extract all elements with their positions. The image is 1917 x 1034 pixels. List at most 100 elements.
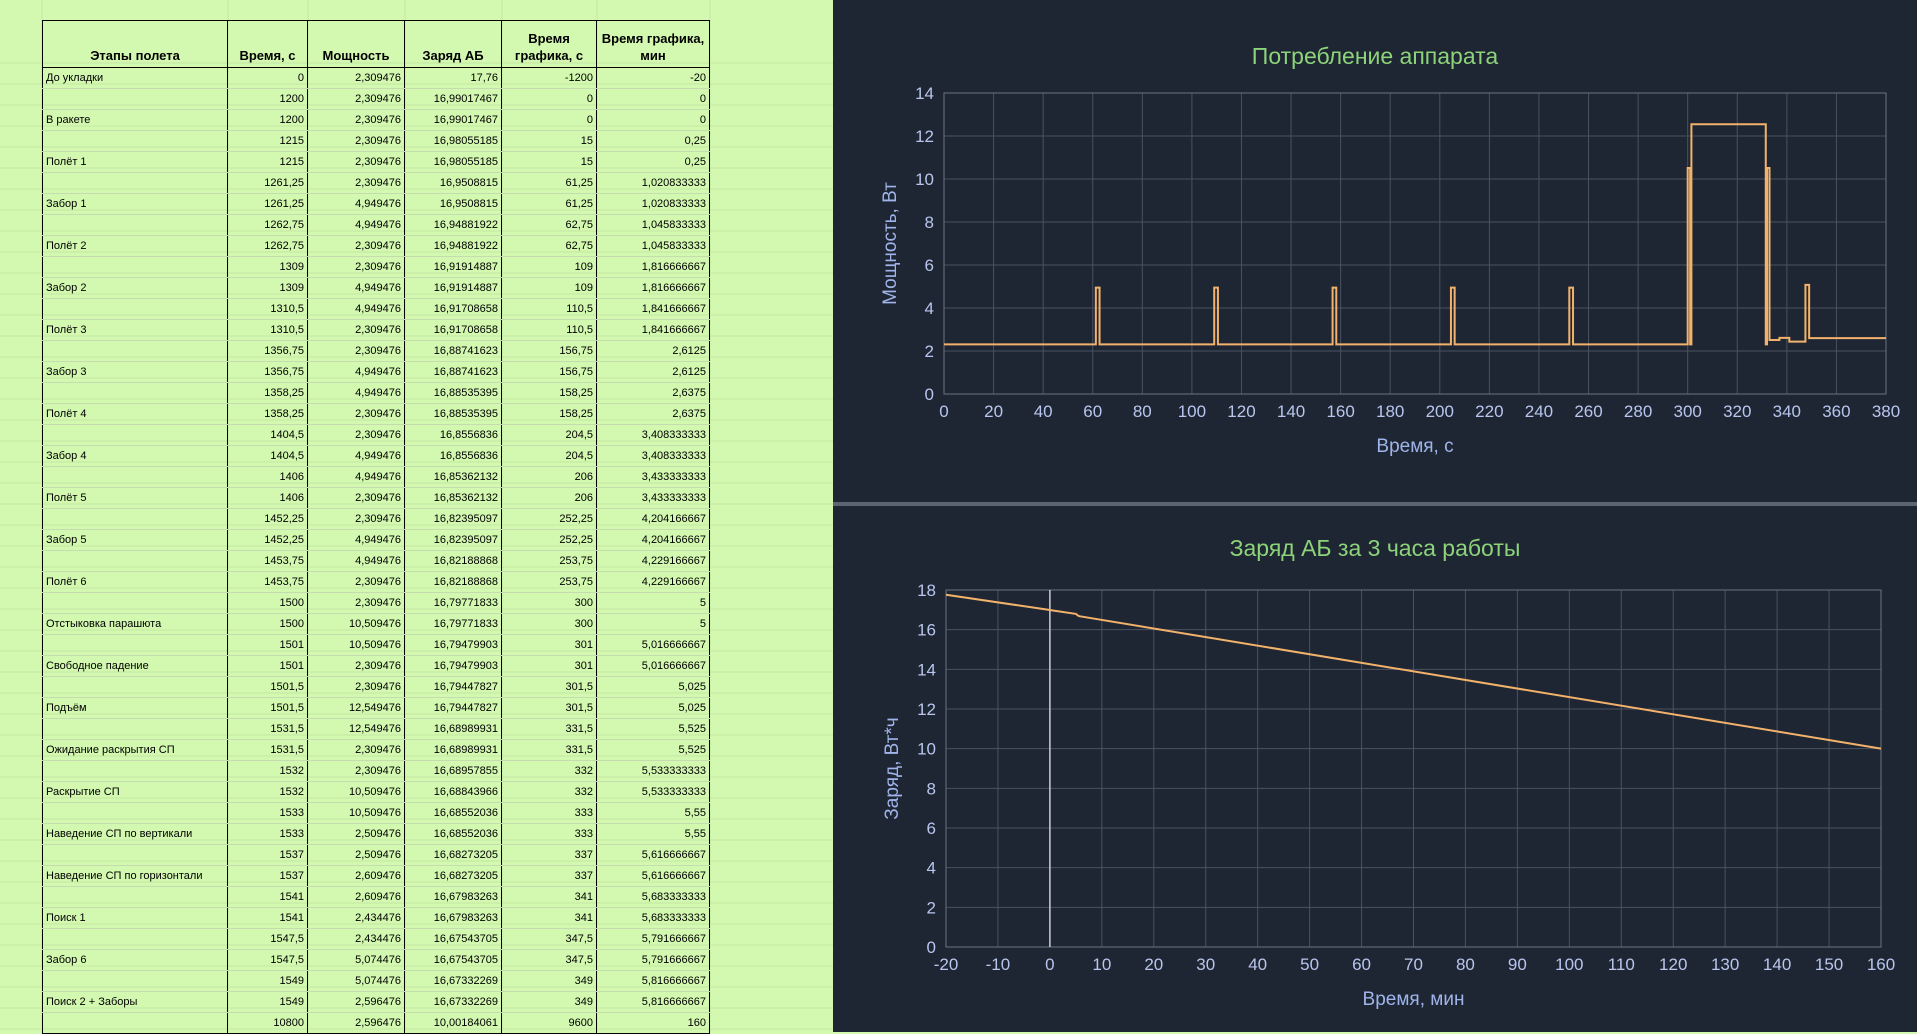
cell-chart-time-s[interactable]: 337 bbox=[501, 865, 597, 887]
cell-chart-time-min[interactable]: 3,433333333 bbox=[596, 487, 710, 509]
cell-stage[interactable]: Забор 2 bbox=[42, 277, 228, 299]
cell-time[interactable]: 1500 bbox=[227, 613, 308, 635]
cell-chart-time-s[interactable]: 347,5 bbox=[501, 928, 597, 950]
cell-time[interactable]: 1356,75 bbox=[227, 340, 308, 362]
cell-stage[interactable] bbox=[42, 340, 228, 362]
cell-power[interactable]: 2,309476 bbox=[307, 172, 405, 194]
cell-time[interactable]: 1261,25 bbox=[227, 172, 308, 194]
cell-power[interactable]: 2,434476 bbox=[307, 928, 405, 950]
table-row[interactable]: Наведение СП по горизонтали 1537 2,609476 1… bbox=[42, 865, 710, 887]
cell-power[interactable]: 2,509476 bbox=[307, 823, 405, 845]
cell-charge[interactable]: 16,67543705 bbox=[404, 949, 502, 971]
table-row[interactable]: Забор 3 1356,75 4,949476 16,88741623 156,75 2… bbox=[42, 361, 710, 383]
cell-charge[interactable]: 16,91708658 bbox=[404, 298, 502, 320]
table-row[interactable]: 1533 10,509476 16,68552036 333 5,55 bbox=[42, 802, 710, 824]
cell-power[interactable]: 4,949476 bbox=[307, 550, 405, 572]
cell-charge[interactable]: 16,68273205 bbox=[404, 844, 502, 866]
cell-chart-time-min[interactable]: 5,55 bbox=[596, 823, 710, 845]
cell-chart-time-min[interactable]: 0 bbox=[596, 88, 710, 110]
cell-charge[interactable]: 16,85362132 bbox=[404, 466, 502, 488]
cell-chart-time-min[interactable]: 160 bbox=[596, 1012, 710, 1034]
cell-charge[interactable]: 16,98055185 bbox=[404, 130, 502, 152]
cell-power[interactable]: 5,074476 bbox=[307, 970, 405, 992]
cell-stage[interactable]: Полёт 1 bbox=[42, 151, 228, 173]
cell-chart-time-s[interactable]: 300 bbox=[501, 613, 597, 635]
cell-time[interactable]: 1406 bbox=[227, 466, 308, 488]
cell-chart-time-s[interactable]: 253,75 bbox=[501, 571, 597, 593]
cell-time[interactable]: 1215 bbox=[227, 151, 308, 173]
cell-time[interactable]: 1541 bbox=[227, 907, 308, 929]
cell-chart-time-min[interactable]: 2,6375 bbox=[596, 382, 710, 404]
power-chart-panel[interactable]: Потребление аппарата 0 20 40 60 80 100 120 140 1… bbox=[833, 0, 1917, 506]
cell-stage[interactable]: Полёт 4 bbox=[42, 403, 228, 425]
cell-chart-time-min[interactable]: 1,045833333 bbox=[596, 214, 710, 236]
cell-chart-time-min[interactable]: 5 bbox=[596, 613, 710, 635]
cell-stage[interactable] bbox=[42, 886, 228, 908]
cell-power[interactable]: 2,309476 bbox=[307, 592, 405, 614]
table-row[interactable]: 1549 5,074476 16,67332269 349 5,816666667 bbox=[42, 970, 710, 992]
cell-time[interactable]: 0 bbox=[227, 67, 308, 89]
cell-time[interactable]: 1547,5 bbox=[227, 928, 308, 950]
table-row[interactable]: Забор 6 1547,5 5,074476 16,67543705 347,5 5,7… bbox=[42, 949, 710, 971]
table-row[interactable]: 1406 4,949476 16,85362132 206 3,433333333 bbox=[42, 466, 710, 488]
cell-time[interactable]: 1541 bbox=[227, 886, 308, 908]
cell-chart-time-s[interactable]: 300 bbox=[501, 592, 597, 614]
table-row[interactable]: Полёт 6 1453,75 2,309476 16,82188868 253,75 4… bbox=[42, 571, 710, 593]
table-row[interactable]: Полёт 2 1262,75 2,309476 16,94881922 62,75 1,… bbox=[42, 235, 710, 257]
cell-stage[interactable] bbox=[42, 172, 228, 194]
cell-time[interactable]: 1453,75 bbox=[227, 550, 308, 572]
cell-stage[interactable]: Наведение СП по горизонтали bbox=[42, 865, 228, 887]
table-row[interactable]: До укладки 0 2,309476 17,76 -1200 -20 bbox=[42, 67, 710, 89]
cell-charge[interactable]: 16,79771833 bbox=[404, 592, 502, 614]
cell-charge[interactable]: 16,8556836 bbox=[404, 445, 502, 467]
cell-power[interactable]: 4,949476 bbox=[307, 193, 405, 215]
table-row[interactable]: 1358,25 4,949476 16,88535395 158,25 2,6375 bbox=[42, 382, 710, 404]
cell-chart-time-s[interactable]: 252,25 bbox=[501, 529, 597, 551]
cell-chart-time-s[interactable]: 333 bbox=[501, 823, 597, 845]
cell-stage[interactable] bbox=[42, 130, 228, 152]
cell-stage[interactable]: Ожидание раскрытия СП bbox=[42, 739, 228, 761]
cell-chart-time-s[interactable]: 158,25 bbox=[501, 403, 597, 425]
cell-time[interactable]: 1309 bbox=[227, 256, 308, 278]
cell-chart-time-s[interactable]: 204,5 bbox=[501, 445, 597, 467]
cell-time[interactable]: 1310,5 bbox=[227, 298, 308, 320]
cell-charge[interactable]: 16,94881922 bbox=[404, 214, 502, 236]
cell-chart-time-s[interactable]: 9600 bbox=[501, 1012, 597, 1034]
table-row[interactable]: 1500 2,309476 16,79771833 300 5 bbox=[42, 592, 710, 614]
cell-stage[interactable]: Поиск 2 + Заборы bbox=[42, 991, 228, 1013]
cell-chart-time-min[interactable]: 1,841666667 bbox=[596, 319, 710, 341]
cell-chart-time-min[interactable]: 5,525 bbox=[596, 739, 710, 761]
header-chart-time-s[interactable]: Время графика, с bbox=[501, 20, 597, 68]
table-row[interactable]: Полёт 3 1310,5 2,309476 16,91708658 110,5 1,8… bbox=[42, 319, 710, 341]
cell-time[interactable]: 10800 bbox=[227, 1012, 308, 1034]
cell-chart-time-s[interactable]: 253,75 bbox=[501, 550, 597, 572]
cell-charge[interactable]: 16,94881922 bbox=[404, 235, 502, 257]
cell-chart-time-s[interactable]: 0 bbox=[501, 88, 597, 110]
cell-time[interactable]: 1532 bbox=[227, 781, 308, 803]
cell-charge[interactable]: 16,79447827 bbox=[404, 697, 502, 719]
cell-charge[interactable]: 16,99017467 bbox=[404, 88, 502, 110]
cell-charge[interactable]: 16,82395097 bbox=[404, 508, 502, 530]
cell-stage[interactable] bbox=[42, 424, 228, 446]
table-row[interactable]: Полёт 5 1406 2,309476 16,85362132 206 3,43333… bbox=[42, 487, 710, 509]
cell-power[interactable]: 4,949476 bbox=[307, 361, 405, 383]
cell-stage[interactable] bbox=[42, 970, 228, 992]
cell-chart-time-min[interactable]: 5,616666667 bbox=[596, 844, 710, 866]
cell-charge[interactable]: 16,79771833 bbox=[404, 613, 502, 635]
cell-time[interactable]: 1531,5 bbox=[227, 718, 308, 740]
cell-chart-time-s[interactable]: 156,75 bbox=[501, 340, 597, 362]
cell-time[interactable]: 1452,25 bbox=[227, 529, 308, 551]
cell-chart-time-s[interactable]: 109 bbox=[501, 277, 597, 299]
cell-charge[interactable]: 16,9508815 bbox=[404, 172, 502, 194]
cell-chart-time-min[interactable]: 1,045833333 bbox=[596, 235, 710, 257]
cell-charge[interactable]: 16,67983263 bbox=[404, 907, 502, 929]
cell-charge[interactable]: 16,82188868 bbox=[404, 571, 502, 593]
cell-chart-time-min[interactable]: 5,816666667 bbox=[596, 991, 710, 1013]
cell-chart-time-s[interactable]: 206 bbox=[501, 487, 597, 509]
cell-power[interactable]: 2,309476 bbox=[307, 487, 405, 509]
table-row[interactable]: 1531,5 12,549476 16,68989931 331,5 5,525 bbox=[42, 718, 710, 740]
cell-charge[interactable]: 16,98055185 bbox=[404, 151, 502, 173]
table-row[interactable]: 1215 2,309476 16,98055185 15 0,25 bbox=[42, 130, 710, 152]
table-row[interactable]: Поиск 2 + Заборы 1549 2,596476 16,67332269 3… bbox=[42, 991, 710, 1013]
table-row[interactable]: Полёт 4 1358,25 2,309476 16,88535395 158,25 2… bbox=[42, 403, 710, 425]
